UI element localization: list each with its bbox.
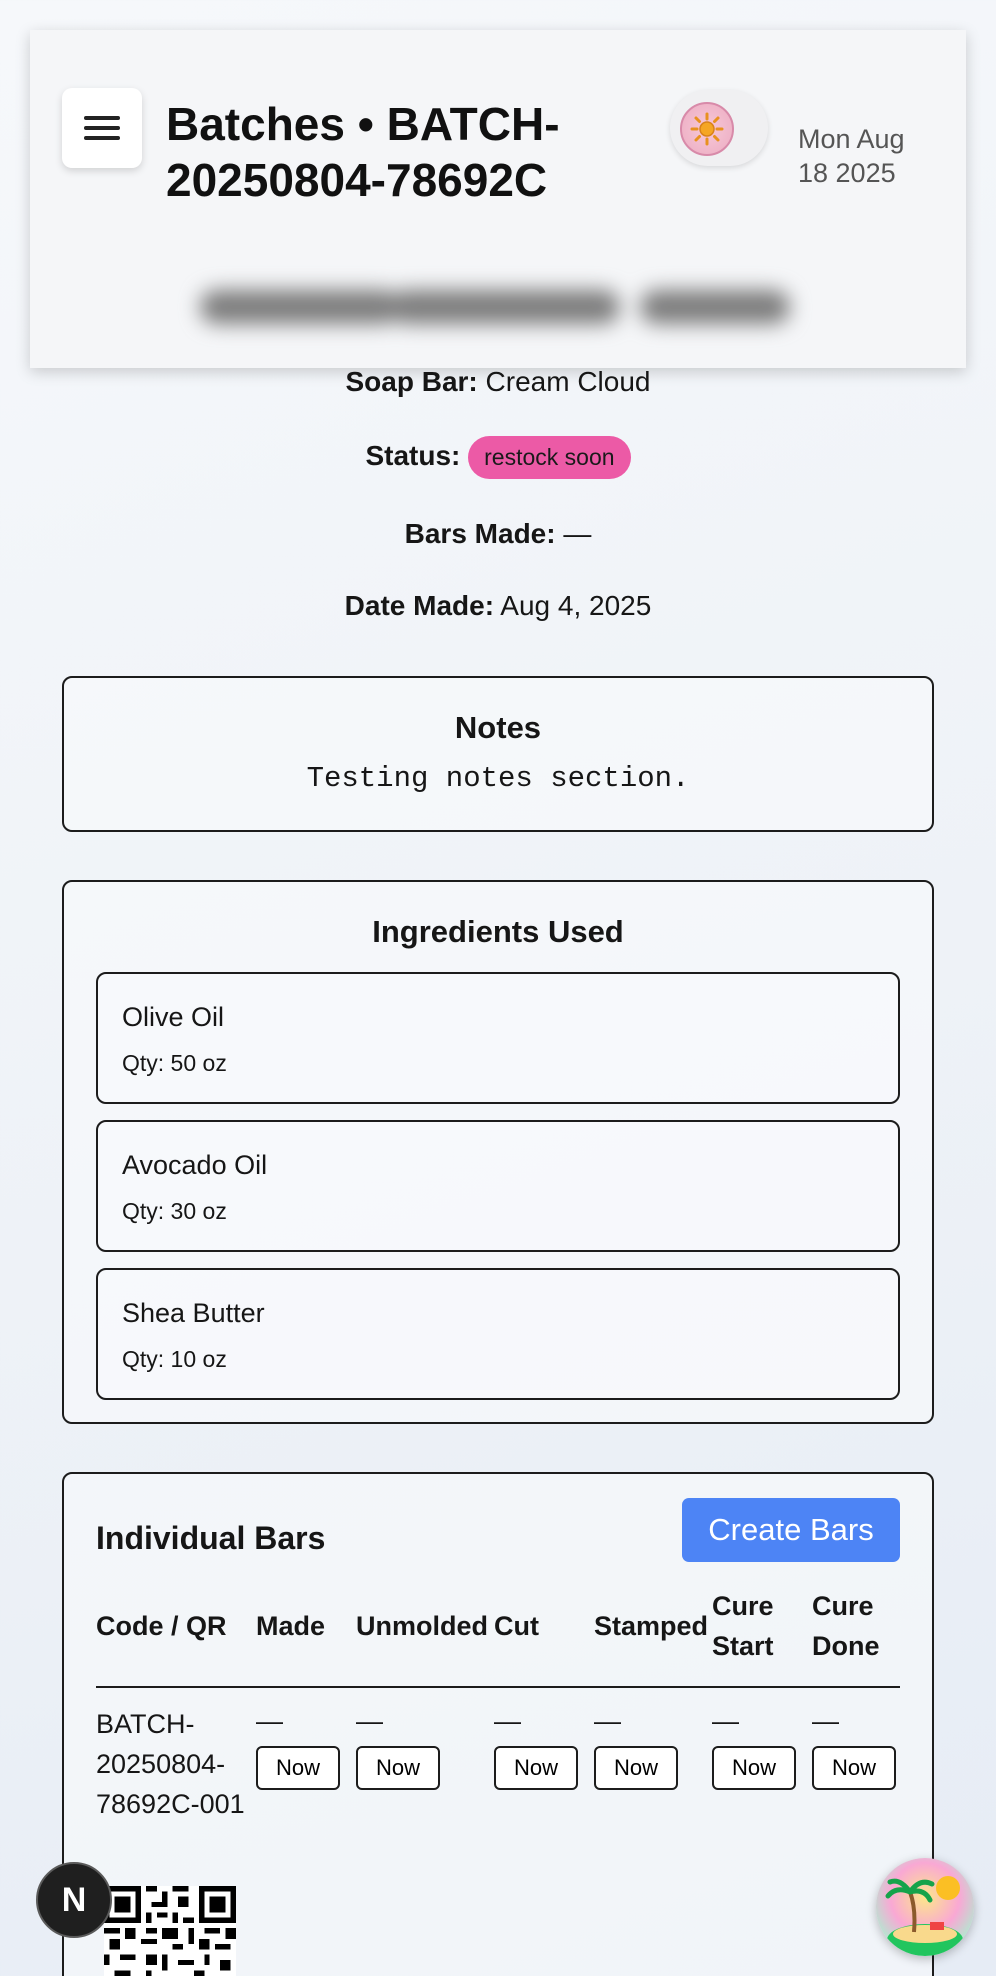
page-title: Batches • BATCH-20250804-78692C <box>166 98 560 206</box>
bar-code: BATCH-20250804-78692C-001 <box>96 1709 245 1819</box>
qr-code <box>104 1886 236 1976</box>
stamped-value: — <box>594 1706 621 1736</box>
stamped-now-button[interactable]: Now <box>594 1746 678 1790</box>
ingredients-title: Ingredients Used <box>372 914 624 949</box>
column-header-made: Made <box>256 1611 326 1641</box>
notes-text: Testing notes section. <box>306 762 690 795</box>
current-date: Mon Aug 18 2025 <box>798 124 905 188</box>
notes-card: Notes Testing notes section. <box>62 676 934 832</box>
notes-title: Notes <box>454 710 542 745</box>
ingredient-name: Shea Butter <box>122 1298 265 1328</box>
hamburger-icon <box>84 110 120 146</box>
theme-toggle[interactable] <box>670 90 768 166</box>
column-header-stamped: Stamped <box>594 1611 709 1641</box>
blurred-nav <box>200 276 800 336</box>
individual-bars-card: Individual Bars Create Bars Code / QR Ma… <box>62 1472 934 1976</box>
status-badge: restock soon <box>468 436 631 479</box>
palm-tree-icon <box>885 1876 963 1956</box>
ingredient-item: Shea Butter Qty: 10 oz <box>96 1268 900 1400</box>
cure-start-now-button[interactable]: Now <box>712 1746 796 1790</box>
ingredient-qty: Qty: 50 oz <box>122 1050 227 1076</box>
framework-badge-button[interactable]: N <box>36 1862 112 1938</box>
unmolded-now-button[interactable]: Now <box>356 1746 440 1790</box>
made-value: — <box>256 1706 283 1736</box>
status-label: Status: <box>365 439 461 471</box>
island-avatar-button[interactable] <box>876 1858 974 1956</box>
ingredient-name: Olive Oil <box>122 1002 225 1032</box>
status-row: Status: restock soon <box>0 436 996 479</box>
column-header-unmolded: Unmolded <box>356 1611 488 1641</box>
ingredient-item: Olive Oil Qty: 50 oz <box>96 972 900 1104</box>
date-made-value: Aug 4, 2025 <box>500 590 652 621</box>
date-made-label: Date Made: <box>344 590 495 621</box>
date-made-row: Date Made: Aug 4, 2025 <box>0 590 996 622</box>
ingredient-qty: Qty: 10 oz <box>122 1346 227 1372</box>
ingredient-qty: Qty: 30 oz <box>122 1198 227 1224</box>
column-header-cut: Cut <box>494 1611 539 1641</box>
bars-made-label: Bars Made: <box>404 518 556 549</box>
table-divider <box>96 1686 900 1688</box>
column-header-cure-start: Cure Start <box>712 1591 774 1661</box>
page-header: Batches • BATCH-20250804-78692C Mon Aug … <box>30 30 966 368</box>
cut-value: — <box>494 1706 521 1736</box>
menu-button[interactable] <box>62 88 142 168</box>
ingredients-card: Ingredients Used Olive Oil Qty: 50 oz Av… <box>62 880 934 1424</box>
soap-bar-label: Soap Bar: <box>345 366 478 397</box>
bars-made-value: — <box>563 518 592 549</box>
cure-done-value: — <box>812 1706 839 1736</box>
column-header-cure-done: Cure Done <box>812 1591 880 1661</box>
cut-now-button[interactable]: Now <box>494 1746 578 1790</box>
sun-icon <box>680 102 734 156</box>
cure-start-value: — <box>712 1706 739 1736</box>
made-now-button[interactable]: Now <box>256 1746 340 1790</box>
cure-done-now-button[interactable]: Now <box>812 1746 896 1790</box>
create-bars-button[interactable]: Create Bars <box>682 1498 900 1562</box>
soap-bar-row: Soap Bar: Cream Cloud <box>0 366 996 398</box>
soap-bar-value: Cream Cloud <box>485 366 651 397</box>
ingredient-item: Avocado Oil Qty: 30 oz <box>96 1120 900 1252</box>
bars-title: Individual Bars <box>96 1520 326 1556</box>
unmolded-value: — <box>356 1706 383 1736</box>
ingredient-name: Avocado Oil <box>122 1150 268 1180</box>
column-header-code: Code / QR <box>96 1611 227 1641</box>
bars-made-row: Bars Made: — <box>0 518 996 550</box>
